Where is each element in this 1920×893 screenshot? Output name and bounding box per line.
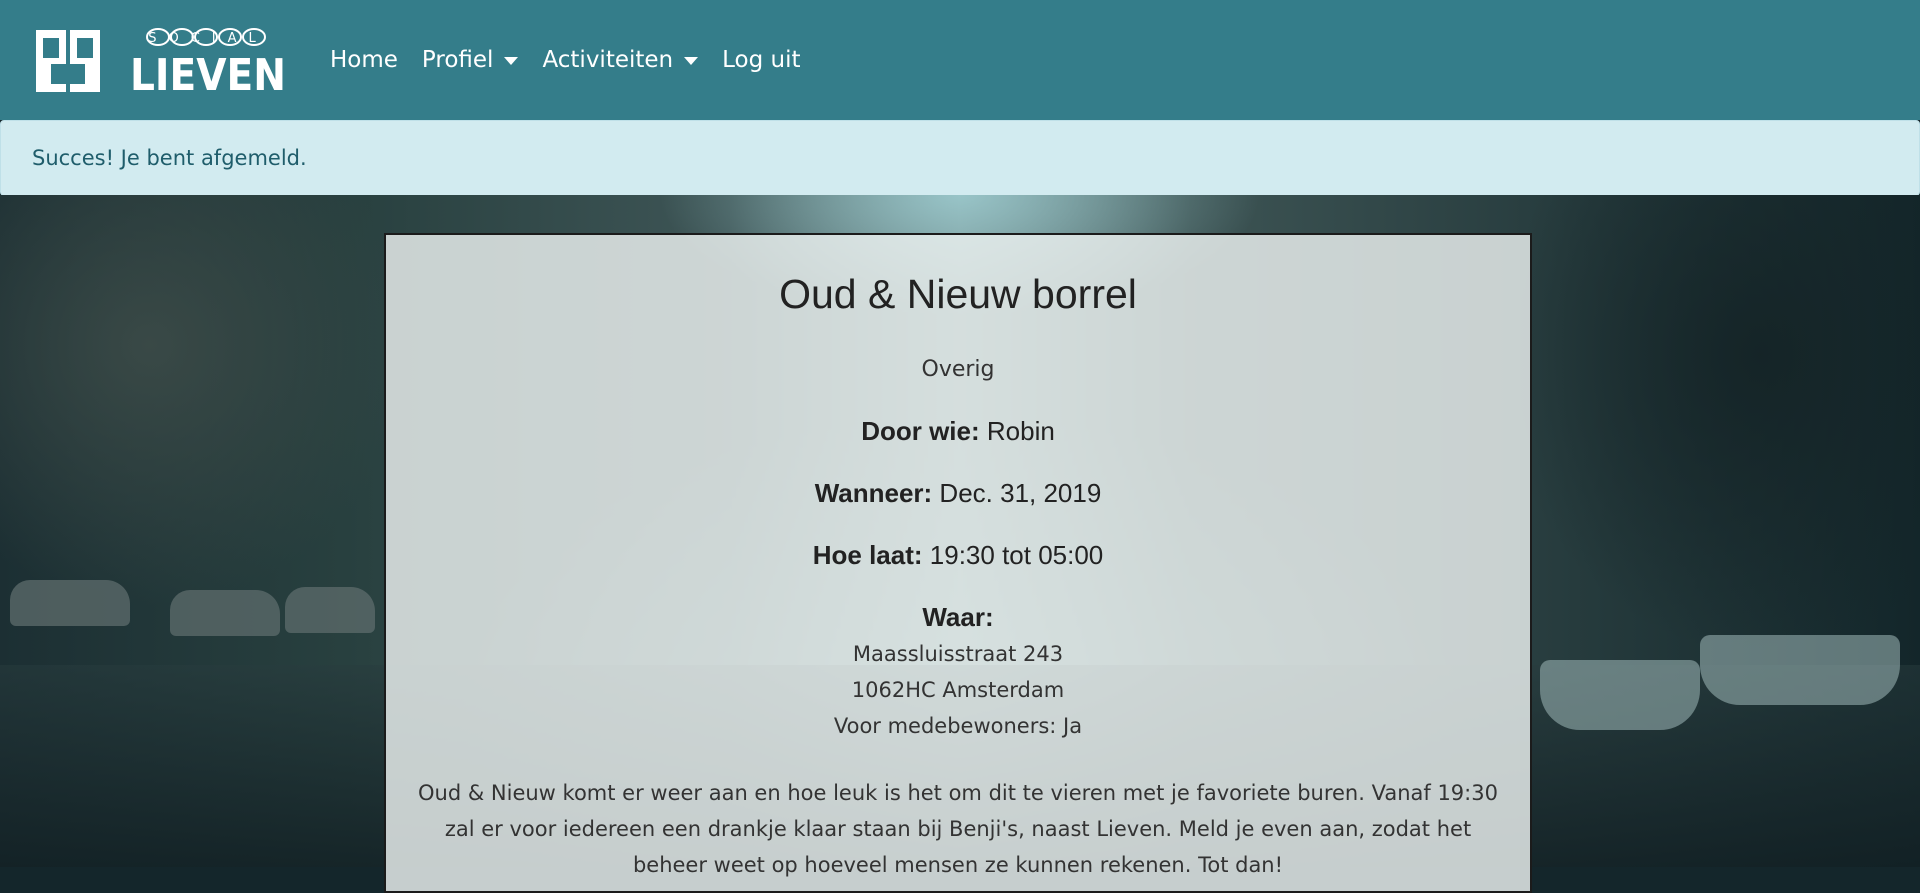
nav-profiel-label: Profiel — [421, 47, 494, 73]
social-lieven-logo[interactable]: SOCIAL LIEVEN — [36, 26, 288, 94]
activity-detail-card: Oud & Nieuw borrel Overig Door wie: Robi… — [384, 233, 1532, 893]
caret-down-icon — [504, 57, 519, 65]
activity-title: Oud & Nieuw borrel — [779, 271, 1137, 317]
nav-home-label: Home — [330, 47, 398, 73]
organizer-row: Door wie: Robin — [386, 416, 1530, 447]
location-row: Waar: — [386, 602, 1530, 633]
success-alert: Succes! Je bent afgemeld. — [0, 120, 1920, 196]
svg-text:LIEVEN: LIEVEN — [130, 50, 286, 94]
address-city: 1062HC Amsterdam — [851, 678, 1065, 702]
organizer-label: Door wie: — [861, 416, 980, 446]
main-nav: Home Profiel Activiteiten Log uit — [330, 0, 825, 120]
activity-category: Overig — [921, 357, 995, 382]
time-label: Hoe laat: — [812, 540, 923, 570]
alert-message: Succes! Je bent afgemeld. — [32, 146, 307, 170]
nav-log-uit[interactable]: Log uit — [722, 47, 800, 73]
time-value: 19:30 tot 05:00 — [929, 540, 1104, 570]
caret-down-icon — [684, 57, 699, 65]
nav-home[interactable]: Home — [330, 47, 398, 73]
location-label: Waar: — [922, 602, 994, 632]
nav-activiteiten-dropdown[interactable]: Activiteiten — [542, 47, 699, 73]
svg-text:SOCIAL: SOCIAL — [148, 31, 268, 46]
residents-only-info: Voor medebewoners: Ja — [833, 714, 1083, 738]
date-value: Dec. 31, 2019 — [939, 478, 1102, 508]
nav-profiel-dropdown[interactable]: Profiel — [422, 47, 519, 73]
date-row: Wanneer: Dec. 31, 2019 — [386, 478, 1530, 509]
time-row: Hoe laat: 19:30 tot 05:00 — [386, 540, 1530, 571]
nav-log-uit-label: Log uit — [722, 47, 801, 73]
nav-activiteiten-label: Activiteiten — [542, 47, 674, 73]
address-street: Maassluisstraat 243 — [852, 642, 1064, 666]
top-navbar: SOCIAL LIEVEN Home Profiel Activiteiten … — [0, 0, 1920, 120]
date-label: Wanneer: — [814, 478, 933, 508]
organizer-value: Robin — [986, 416, 1055, 446]
